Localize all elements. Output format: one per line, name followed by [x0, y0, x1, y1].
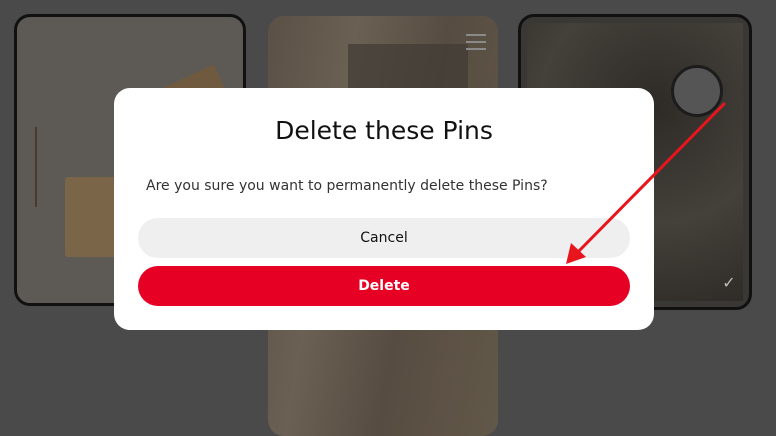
delete-pins-dialog: Delete these Pins Are you sure you want …: [114, 88, 654, 330]
dialog-message: Are you sure you want to permanently del…: [146, 178, 548, 194]
cancel-button[interactable]: Cancel: [138, 218, 630, 258]
delete-button[interactable]: Delete: [138, 266, 630, 306]
dialog-title: Delete these Pins: [275, 116, 493, 145]
